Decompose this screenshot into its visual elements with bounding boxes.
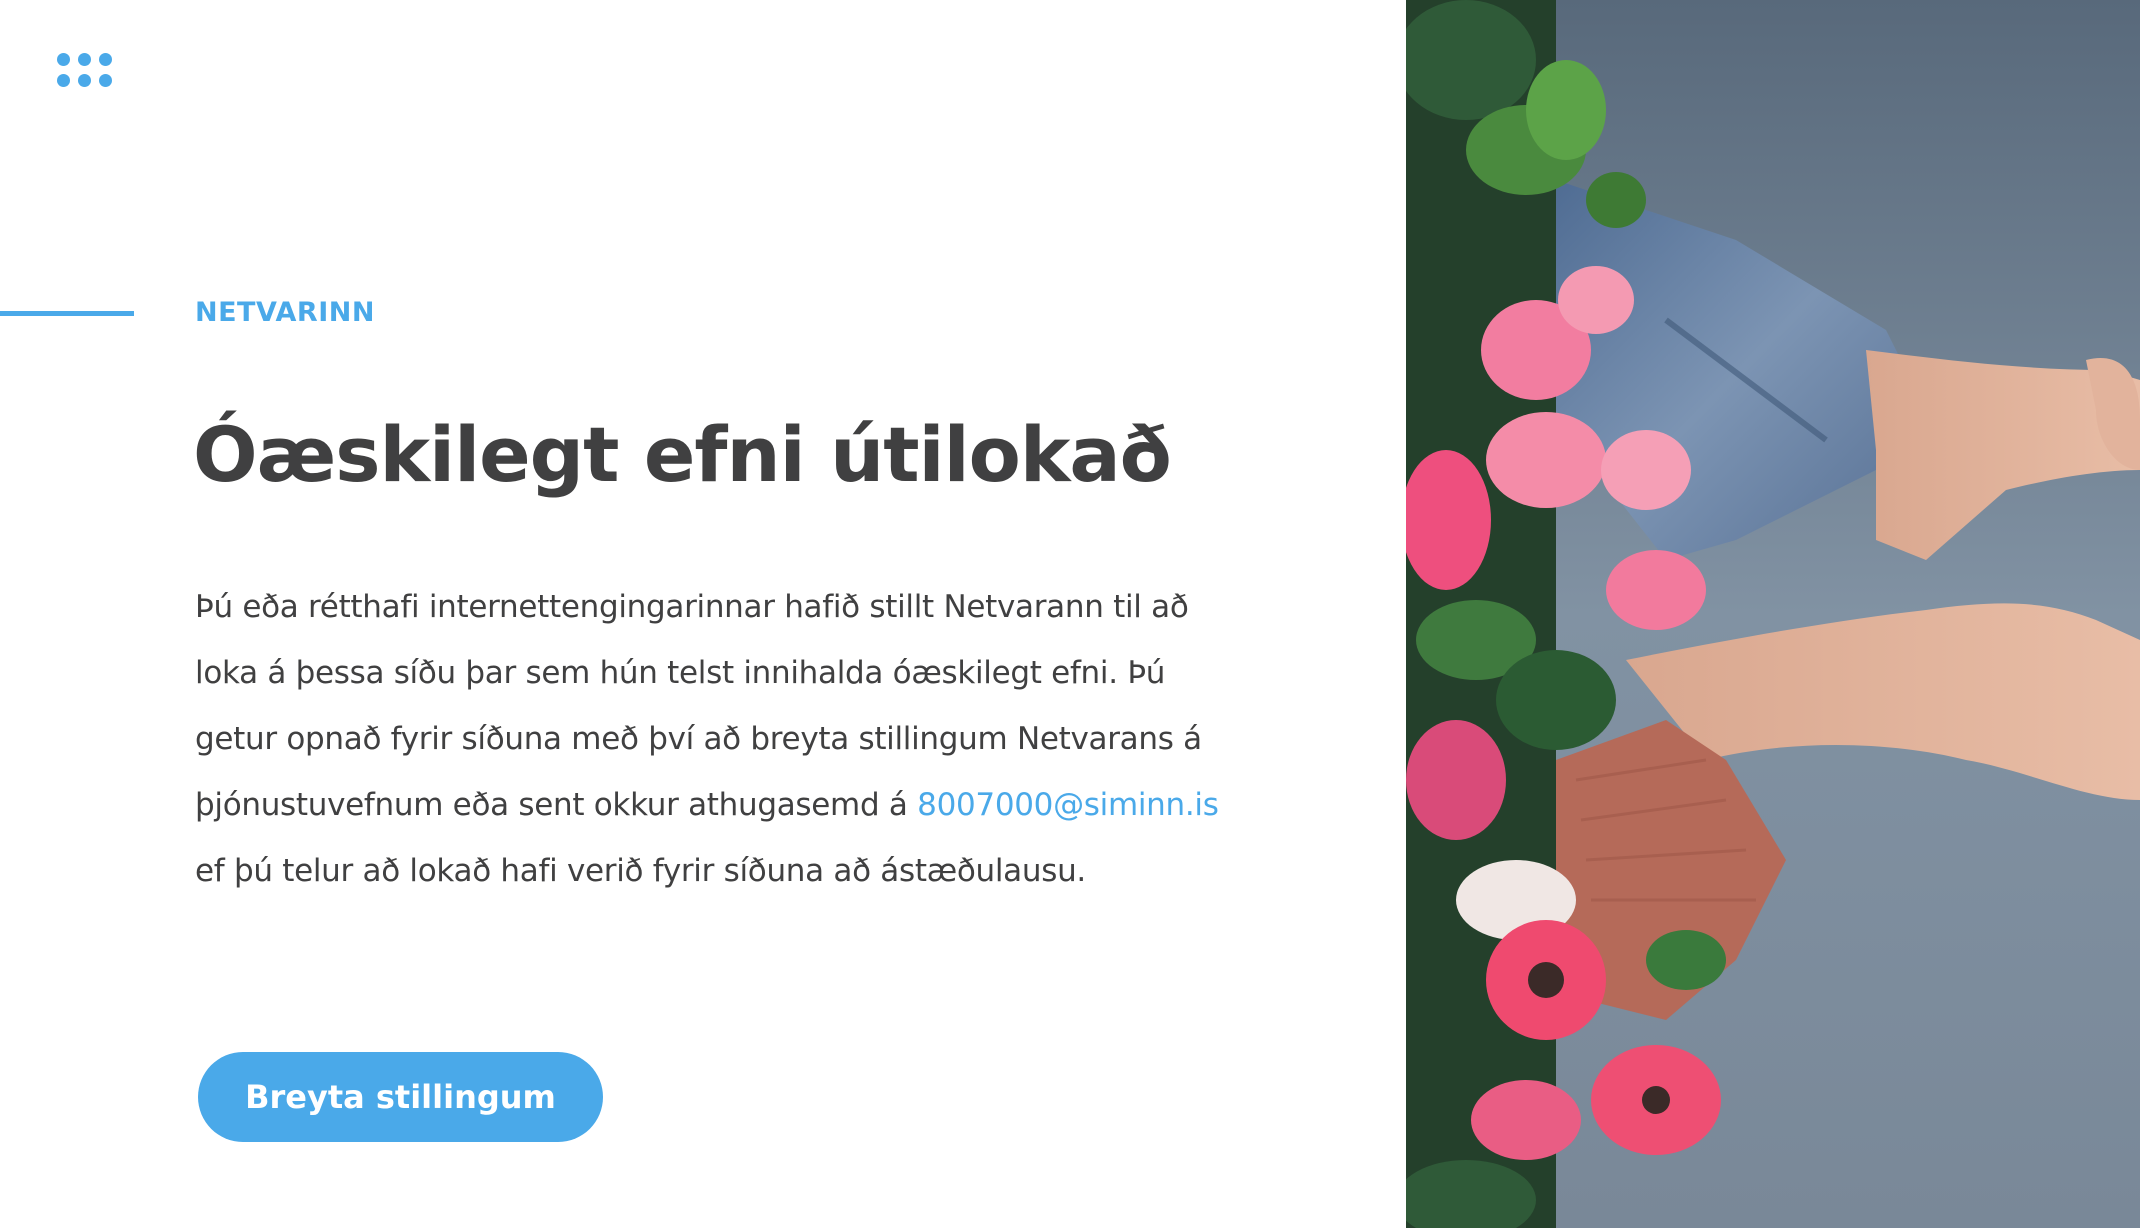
hero-photo-illustration [1406, 0, 2140, 1228]
logo-dots-icon[interactable] [57, 53, 115, 89]
description-text: Þú eða rétthafi internettengingarinnar h… [195, 574, 1255, 904]
logo-dot [99, 74, 112, 87]
description-text-part: ef þú telur að lokað hafi verið fyrir sí… [195, 853, 1086, 889]
page-title: Óæskilegt efni útilokað [193, 410, 1172, 499]
change-settings-button[interactable]: Breyta stillingum [198, 1052, 603, 1142]
logo-dot [57, 53, 70, 66]
accent-divider [0, 311, 134, 316]
logo-dot [57, 74, 70, 87]
content-panel: NETVARINN Óæskilegt efni útilokað Þú eða… [0, 0, 1406, 1228]
logo-dot [99, 53, 112, 66]
eyebrow-label: NETVARINN [195, 297, 375, 328]
support-email-link[interactable]: 8007000@siminn.is [917, 787, 1219, 823]
logo-dot [78, 53, 91, 66]
logo-dot [78, 74, 91, 87]
hero-image [1406, 0, 2140, 1228]
